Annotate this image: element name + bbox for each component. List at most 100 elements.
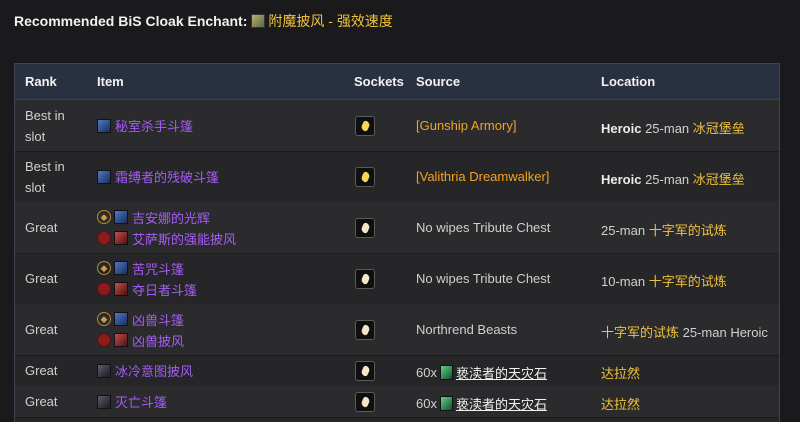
socket-icon <box>355 360 375 381</box>
scourgestone-icon <box>439 364 453 380</box>
item-link[interactable]: 凶兽披风 <box>132 331 184 350</box>
horde-faction-icon <box>97 231 111 245</box>
enchant-link[interactable]: 附魔披风 - 强效速度 <box>268 11 392 31</box>
zone-link[interactable]: 冰冠堡垒 <box>693 121 745 136</box>
item-link[interactable]: 霜缚者的残破斗篷 <box>115 167 219 186</box>
horde-faction-icon <box>97 282 111 296</box>
location-cell: 10-man 十字军的试炼 <box>601 271 727 290</box>
table-row: Great ◆ 苦咒斗篷夺日者斗篷 No wipes Tribute Chest 10-… <box>15 253 779 305</box>
socket-icon <box>355 268 375 289</box>
source-cell: 60x 亵渎者的天灾石 <box>416 394 547 413</box>
difficulty-label: Heroic <box>601 120 646 136</box>
source-cell: No wipes Tribute Chest <box>416 271 550 286</box>
item-link[interactable]: 冰冷意图披风 <box>115 361 193 380</box>
gem-socket-icon <box>359 395 371 408</box>
zone-link[interactable]: 十字军的试炼 <box>649 274 727 289</box>
gem-socket-icon <box>359 323 371 336</box>
location-cell: 达拉然 <box>601 394 640 413</box>
source-quantity: 60x <box>416 364 437 380</box>
table-row: Great ◆ 吉安娜的光辉 艾萨斯的强能披风 No wipes Tribute Che… <box>15 202 779 254</box>
item-link[interactable]: 灭亡斗篷 <box>115 392 167 411</box>
gem-socket-icon <box>359 272 371 285</box>
socket-icon <box>355 391 375 412</box>
gem-socket-icon <box>359 119 371 132</box>
socket-icon <box>355 319 375 340</box>
rank-cell: Best in slot <box>25 158 65 195</box>
item-entry: 灭亡斗篷 <box>97 391 167 412</box>
item-link[interactable]: 凶兽斗篷 <box>132 310 184 329</box>
rank-cell: Great <box>25 363 58 378</box>
source-cell: No wipes Tribute Chest <box>416 220 550 235</box>
page-header: Recommended BiS Cloak Enchant: 附魔披风 - 强效… <box>14 11 393 31</box>
source-boss-link[interactable]: [Gunship Armory] <box>416 118 516 133</box>
alliance-faction-icon: ◆ <box>97 261 111 275</box>
source-text: Northrend Beasts <box>416 321 518 337</box>
gem-socket-icon <box>359 221 371 234</box>
zone-link[interactable]: 达拉然 <box>601 397 640 412</box>
rank-cell: Great <box>25 271 58 286</box>
source-text: No wipes Tribute Chest <box>416 219 551 235</box>
dark-cloak-icon <box>97 363 111 378</box>
red-cloak-icon <box>114 282 128 296</box>
red-cloak-icon <box>114 333 128 347</box>
source-boss-link[interactable]: [Valithria Dreamwalker] <box>416 169 549 184</box>
table-row: Best in slot 霜缚者的残破斗篷 [Valithria Dreamwalk… <box>15 151 779 203</box>
item-cell: ◆ 苦咒斗篷夺日者斗篷 <box>97 258 197 300</box>
zone-link[interactable]: 十字军的试炼 <box>601 325 679 340</box>
table-row: Great 冰冷意图披风 60x 亵渎者的天灾石 达拉然 <box>15 355 779 387</box>
raid-size: 10-man <box>601 273 649 289</box>
difficulty-label: Heroic <box>601 171 646 187</box>
zone-link[interactable]: 十字军的试炼 <box>649 223 727 238</box>
item-cell: ◆ 吉安娜的光辉 艾萨斯的强能披风 <box>97 207 236 249</box>
col-location-header: Location <box>601 74 656 89</box>
red-cloak-icon <box>114 231 128 245</box>
currency-link[interactable]: 亵渎者的天灾石 <box>456 363 547 382</box>
zone-link[interactable]: 达拉然 <box>601 366 640 381</box>
item-entry: ◆ 苦咒斗篷 <box>97 258 197 279</box>
gem-socket-icon <box>359 170 371 183</box>
blue-cloak-icon <box>114 312 128 326</box>
item-cell: 冰冷意图披风 <box>97 360 193 381</box>
horde-faction-icon <box>97 333 111 347</box>
source-quantity: 60x <box>416 395 437 411</box>
rank-cell: Best in slot <box>25 107 65 144</box>
raid-size: 25-man <box>645 120 693 136</box>
socket-icon <box>355 217 375 238</box>
alliance-faction-icon: ◆ <box>97 312 111 326</box>
item-entry: 夺日者斗篷 <box>97 279 197 300</box>
item-entry: ◆ 吉安娜的光辉 <box>97 207 236 228</box>
location-cell: Heroic 25-man 冰冠堡垒 <box>601 118 745 137</box>
item-entry: 冰冷意图披风 <box>97 360 193 381</box>
item-cell: 灭亡斗篷 <box>97 391 167 412</box>
dark-cloak-icon <box>97 394 111 409</box>
source-cell: [Valithria Dreamwalker] <box>416 169 549 184</box>
col-sockets-header: Sockets <box>354 74 404 89</box>
table-row: Great 灭亡斗篷 60x 亵渎者的天灾石 达拉然 <box>15 386 779 418</box>
item-entry: 霜缚者的残破斗篷 <box>97 166 219 187</box>
rank-cell: Great <box>25 394 58 409</box>
rank-cell: Great <box>25 322 58 337</box>
source-cell: 60x 亵渎者的天灾石 <box>416 363 547 382</box>
blue-cloak-icon <box>97 169 111 184</box>
scourgestone-icon <box>439 395 453 411</box>
zone-link[interactable]: 冰冠堡垒 <box>693 172 745 187</box>
blue-cloak-icon <box>97 118 111 133</box>
raid-size: 25-man <box>645 171 693 187</box>
source-cell: Northrend Beasts <box>416 322 517 337</box>
item-entry: 秘室杀手斗篷 <box>97 115 193 136</box>
item-entry: 艾萨斯的强能披风 <box>97 228 236 249</box>
item-link[interactable]: 秘室杀手斗篷 <box>115 116 193 135</box>
item-link[interactable]: 夺日者斗篷 <box>132 280 197 299</box>
bis-table: Rank Item Sockets Source Location Best i… <box>14 63 780 422</box>
blue-cloak-icon <box>114 210 128 224</box>
currency-link[interactable]: 亵渎者的天灾石 <box>456 394 547 413</box>
item-link[interactable]: 苦咒斗篷 <box>132 259 184 278</box>
item-entry: 凶兽披风 <box>97 330 184 351</box>
source-text: No wipes Tribute Chest <box>416 270 551 286</box>
item-link[interactable]: 艾萨斯的强能披风 <box>132 229 236 248</box>
item-link[interactable]: 吉安娜的光辉 <box>132 208 210 227</box>
location-cell: 十字军的试炼 25-man Heroic <box>601 322 768 341</box>
source-cell: [Gunship Armory] <box>416 118 516 133</box>
location-cell: Heroic 25-man 冰冠堡垒 <box>601 169 745 188</box>
col-source-header: Source <box>416 74 461 89</box>
